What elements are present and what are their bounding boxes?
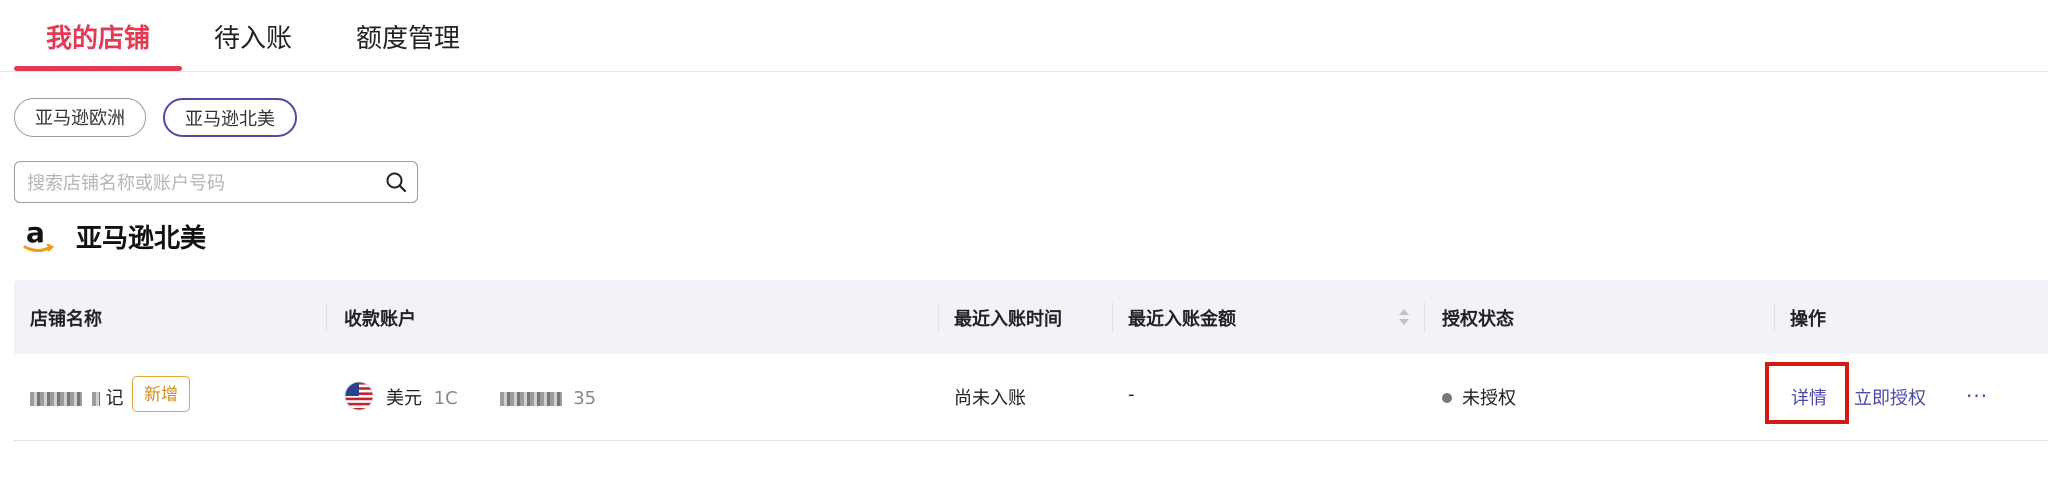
- table-header: 店铺名称 收款账户 最近入账时间 最近入账金额 授权状态 操作: [14, 280, 2048, 354]
- sort-icon[interactable]: [1398, 307, 1410, 327]
- highlight-box: [1765, 362, 1849, 424]
- search-input[interactable]: [25, 168, 369, 198]
- store-name: 记: [30, 384, 123, 410]
- column-divider: [1424, 302, 1425, 332]
- account-number-prefix: 1C: [433, 388, 458, 409]
- column-header-receiving-account: 收款账户: [344, 309, 416, 330]
- table-row: 记 新增 美元 1C 35 尚未入账 - 未授权 详情 立即授权 ···: [14, 354, 2048, 441]
- auth-status: 未授权: [1442, 384, 1516, 410]
- column-header-last-credit-time: 最近入账时间: [954, 309, 1062, 330]
- top-tabs: 我的店铺 待入账 额度管理: [0, 0, 2048, 72]
- account-currency: 美元: [386, 388, 422, 409]
- masked-text: [91, 392, 100, 406]
- column-divider: [1774, 302, 1775, 332]
- masked-text: [499, 392, 562, 406]
- masked-text: [30, 392, 82, 406]
- chip-amazon-north-america[interactable]: 亚马逊北美: [163, 98, 297, 137]
- receiving-account: 美元 1C 35: [386, 384, 596, 410]
- tab-my-stores[interactable]: 我的店铺: [46, 18, 150, 55]
- column-header-auth-status: 授权状态: [1442, 309, 1514, 330]
- search-icon[interactable]: [385, 171, 407, 193]
- column-divider: [326, 302, 327, 332]
- more-actions-icon[interactable]: ···: [1966, 384, 1988, 408]
- status-dot: [1442, 392, 1452, 403]
- authorize-now-link[interactable]: 立即授权: [1854, 384, 1926, 410]
- column-header-last-credit-amount: 最近入账金额: [1128, 309, 1236, 330]
- account-number-suffix: 35: [573, 388, 597, 409]
- column-header-actions: 操作: [1790, 309, 1826, 330]
- last-credit-time: 尚未入账: [954, 388, 1026, 409]
- search-box: [14, 161, 418, 203]
- auth-status-label: 未授权: [1462, 388, 1516, 409]
- section-title: 亚马逊北美: [76, 224, 207, 254]
- last-credit-amount: -: [1128, 384, 1135, 405]
- tab-quota-management[interactable]: 额度管理: [356, 18, 460, 55]
- chip-amazon-europe[interactable]: 亚马逊欧洲: [14, 98, 146, 137]
- svg-text:a: a: [26, 218, 45, 249]
- column-divider: [1112, 302, 1113, 332]
- new-badge: 新增: [132, 376, 190, 412]
- tab-pending-credit[interactable]: 待入账: [214, 18, 292, 55]
- active-tab-indicator: [14, 66, 182, 71]
- us-flag-icon: [344, 381, 374, 411]
- column-header-store-name: 店铺名称: [30, 309, 102, 330]
- store-name-suffix: 记: [105, 388, 124, 409]
- column-divider: [938, 302, 939, 332]
- amazon-logo-icon: a: [23, 218, 55, 252]
